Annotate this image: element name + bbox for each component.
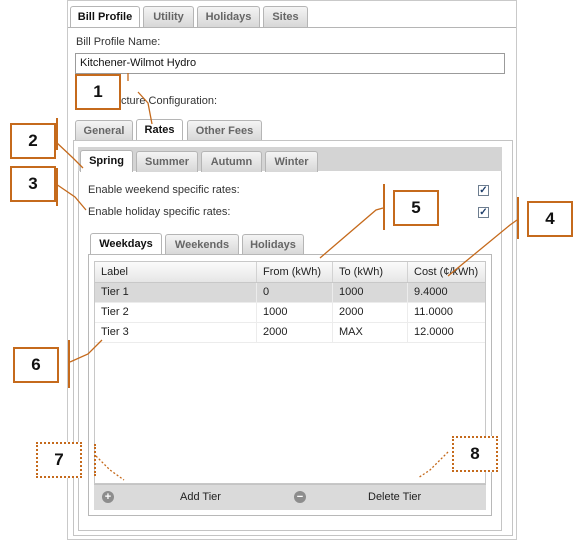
callout-1: 1: [75, 74, 121, 110]
callout-7: 7: [36, 442, 82, 478]
callout-bar-6: [68, 340, 70, 388]
callout-5: 5: [393, 190, 439, 226]
callout-bar-2: [56, 118, 58, 150]
callout-bar-3: [56, 168, 58, 206]
leader-2: [55, 141, 84, 169]
leader-1b: [137, 91, 153, 125]
leader-5: [319, 207, 384, 259]
callout-bar-7: [94, 444, 96, 476]
callout-3: 3: [10, 166, 56, 202]
leader-8: [417, 451, 449, 479]
leader-3: [55, 183, 87, 211]
callout-6: 6: [13, 347, 59, 383]
callout-bar-5: [383, 184, 385, 230]
leader-4: [447, 219, 518, 277]
leader-7: [95, 455, 125, 481]
callout-4: 4: [527, 201, 573, 237]
callout-2: 2: [10, 123, 56, 159]
leader-6: [69, 339, 103, 363]
callout-8: 8: [452, 436, 498, 472]
callout-bar-4: [517, 197, 519, 239]
